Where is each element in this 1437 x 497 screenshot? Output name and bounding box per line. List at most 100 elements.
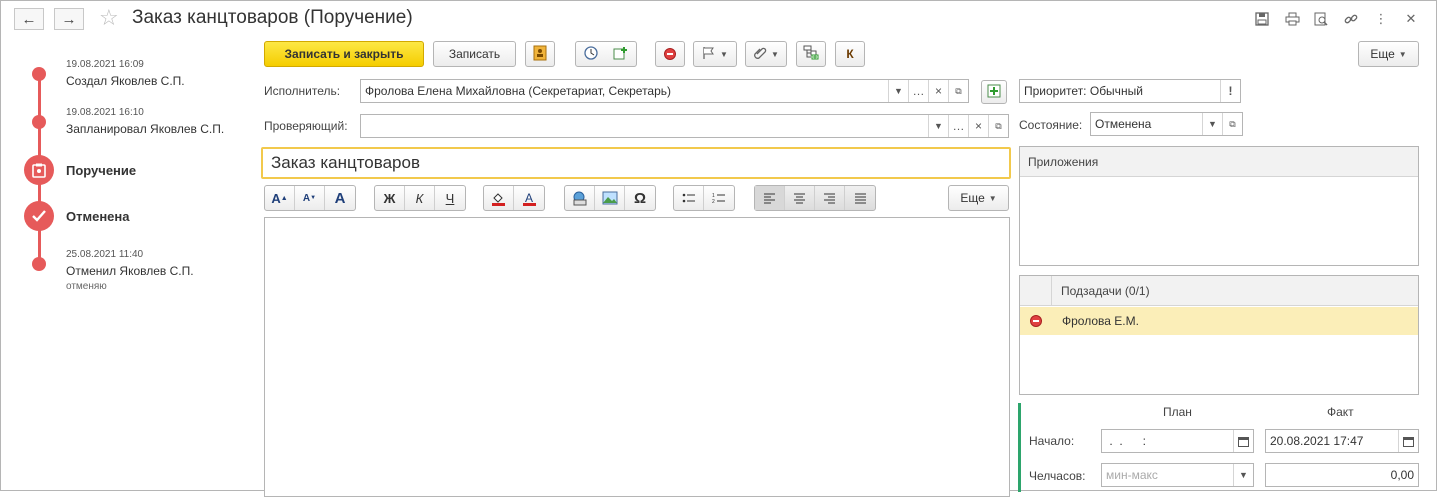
align-justify-icon[interactable] [845, 186, 875, 210]
chevron-down-icon[interactable]: ▼ [928, 115, 948, 137]
subtasks-icon-column [1020, 276, 1052, 305]
text-color-icon[interactable]: A [514, 186, 544, 210]
schedule-accent-bar [1018, 403, 1021, 492]
open-icon[interactable]: ⧉ [988, 115, 1008, 137]
start-fact-value: 20.08.2021 17:47 [1270, 434, 1364, 448]
font-increase-icon[interactable]: A ▲ [265, 186, 295, 210]
color-group: A [483, 185, 545, 211]
contacts-book-icon [533, 45, 547, 64]
open-icon[interactable]: ⧉ [948, 80, 968, 102]
description-editor[interactable] [264, 217, 1010, 497]
executor-label: Исполнитель: [264, 84, 341, 98]
clear-icon[interactable]: × [928, 80, 948, 102]
more-button-label: Еще [1370, 47, 1395, 61]
start-plan-value: . . : [1106, 434, 1147, 448]
formatting-more-button[interactable]: Еще ▼ [948, 185, 1009, 211]
insert-link-icon[interactable] [565, 186, 595, 210]
timeline-created-text: Создал Яковлев С.П. [66, 74, 185, 88]
chevron-down-icon[interactable]: ▼ [1233, 464, 1253, 486]
chevron-down-icon[interactable]: ▼ [888, 80, 908, 102]
align-group [754, 185, 876, 211]
stop-icon-cell [1020, 315, 1052, 327]
numbered-list-icon[interactable]: 12 [704, 186, 734, 210]
subject-input[interactable]: Заказ канцтоваров [261, 147, 1011, 179]
insert-image-icon[interactable] [595, 186, 625, 210]
svg-text:A: A [525, 191, 533, 205]
stop-icon [664, 48, 676, 60]
bullet-list-icon[interactable] [674, 186, 704, 210]
window-title: Заказ канцтоваров (Поручение) [132, 7, 413, 28]
calendar-icon[interactable] [1233, 430, 1253, 452]
timeline-cancel-text: Отменил Яковлев С.П. [66, 264, 194, 278]
stop-button[interactable] [655, 41, 685, 67]
clear-icon[interactable]: × [968, 115, 988, 137]
chevron-down-icon: ▼ [771, 49, 779, 59]
back-button[interactable]: ← [14, 8, 44, 30]
save-button[interactable]: Записать [433, 41, 516, 67]
state-field[interactable]: Отменена ▼ ⧉ [1090, 112, 1243, 136]
priority-value: Приоритет: Обычный [1024, 84, 1143, 98]
more-vertical-icon[interactable]: ⋮ [1371, 9, 1391, 29]
hierarchy-button[interactable] [796, 41, 826, 67]
save-icon[interactable] [1252, 9, 1272, 29]
subtask-name: Фролова Е.М. [1062, 314, 1139, 328]
calendar-icon[interactable] [1398, 430, 1418, 452]
arrow-left-icon: ← [21, 10, 37, 28]
reviewer-field[interactable]: ▼ … × ⧉ [360, 114, 1009, 138]
k-button[interactable]: К [835, 41, 865, 67]
priority-field[interactable]: Приоритет: Обычный ! [1019, 79, 1241, 103]
open-icon[interactable]: ⧉ [1222, 113, 1242, 135]
start-fact-field[interactable]: 20.08.2021 17:47 [1265, 429, 1419, 453]
timeline-task-label: Поручение [66, 163, 137, 178]
start-plan-field[interactable]: . . : [1101, 429, 1254, 453]
task-icon [24, 155, 54, 185]
importance-icon[interactable]: ! [1220, 80, 1240, 102]
insert-symbol-button[interactable]: Ω [625, 186, 655, 210]
font-decrease-icon[interactable]: A ▼ [295, 186, 325, 210]
clock-icon[interactable] [584, 45, 598, 63]
flag-menu-button[interactable]: ▼ [693, 41, 737, 67]
start-label: Начало: [1029, 434, 1075, 448]
preview-icon[interactable] [1311, 9, 1331, 29]
bold-button[interactable]: Ж [375, 186, 405, 210]
close-icon[interactable]: ✕ [1401, 9, 1421, 29]
link-icon[interactable] [1341, 9, 1361, 29]
timeline-cancel-note: отменяю [66, 281, 107, 292]
table-row[interactable]: Фролова Е.М. [1020, 307, 1418, 335]
align-left-icon[interactable] [755, 186, 785, 210]
hours-label: Челчасов: [1029, 469, 1086, 483]
align-center-icon[interactable] [785, 186, 815, 210]
hours-fact-field[interactable]: 0,00 [1265, 463, 1419, 487]
executor-field[interactable]: Фролова Елена Михайловна (Секретариат, С… [360, 79, 969, 103]
chevron-down-icon[interactable]: ▼ [1202, 113, 1222, 135]
align-right-icon[interactable] [815, 186, 845, 210]
add-subtask-icon[interactable] [613, 46, 628, 63]
hours-plan-placeholder: мин-макс [1106, 468, 1158, 482]
favorite-star-icon[interactable]: ☆ [99, 5, 119, 31]
print-icon[interactable] [1282, 9, 1302, 29]
checkmark-icon [24, 201, 54, 231]
timeline-dot [32, 257, 46, 271]
fill-color-icon[interactable] [484, 186, 514, 210]
svg-text:2: 2 [712, 199, 715, 204]
ellipsis-icon[interactable]: … [948, 115, 968, 137]
subtasks-header: Подзадачи (0/1) [1061, 283, 1150, 298]
contacts-book-button[interactable] [525, 41, 555, 67]
more-button[interactable]: Еще ▼ [1358, 41, 1419, 67]
add-executor-button[interactable] [981, 80, 1007, 104]
attach-menu-button[interactable]: ▼ [745, 41, 787, 67]
timeline-cancel-date: 25.08.2021 11:40 [66, 249, 144, 260]
font-style-icon[interactable]: A [325, 186, 355, 210]
text-style-group: Ж К Ч [374, 185, 466, 211]
forward-button[interactable]: → [54, 8, 84, 30]
chevron-down-icon: ▼ [988, 193, 997, 203]
subtasks-panel: Подзадачи (0/1) [1019, 275, 1419, 395]
underline-button[interactable]: Ч [435, 186, 465, 210]
save-and-close-button[interactable]: Записать и закрыть [264, 41, 424, 67]
executor-value: Фролова Елена Михайловна (Секретариат, С… [365, 84, 672, 98]
hours-plan-field[interactable]: мин-макс ▼ [1101, 463, 1254, 487]
ellipsis-icon[interactable]: … [908, 80, 928, 102]
paperclip-icon [753, 46, 767, 63]
italic-button[interactable]: К [405, 186, 435, 210]
timeline-dot [32, 67, 46, 81]
